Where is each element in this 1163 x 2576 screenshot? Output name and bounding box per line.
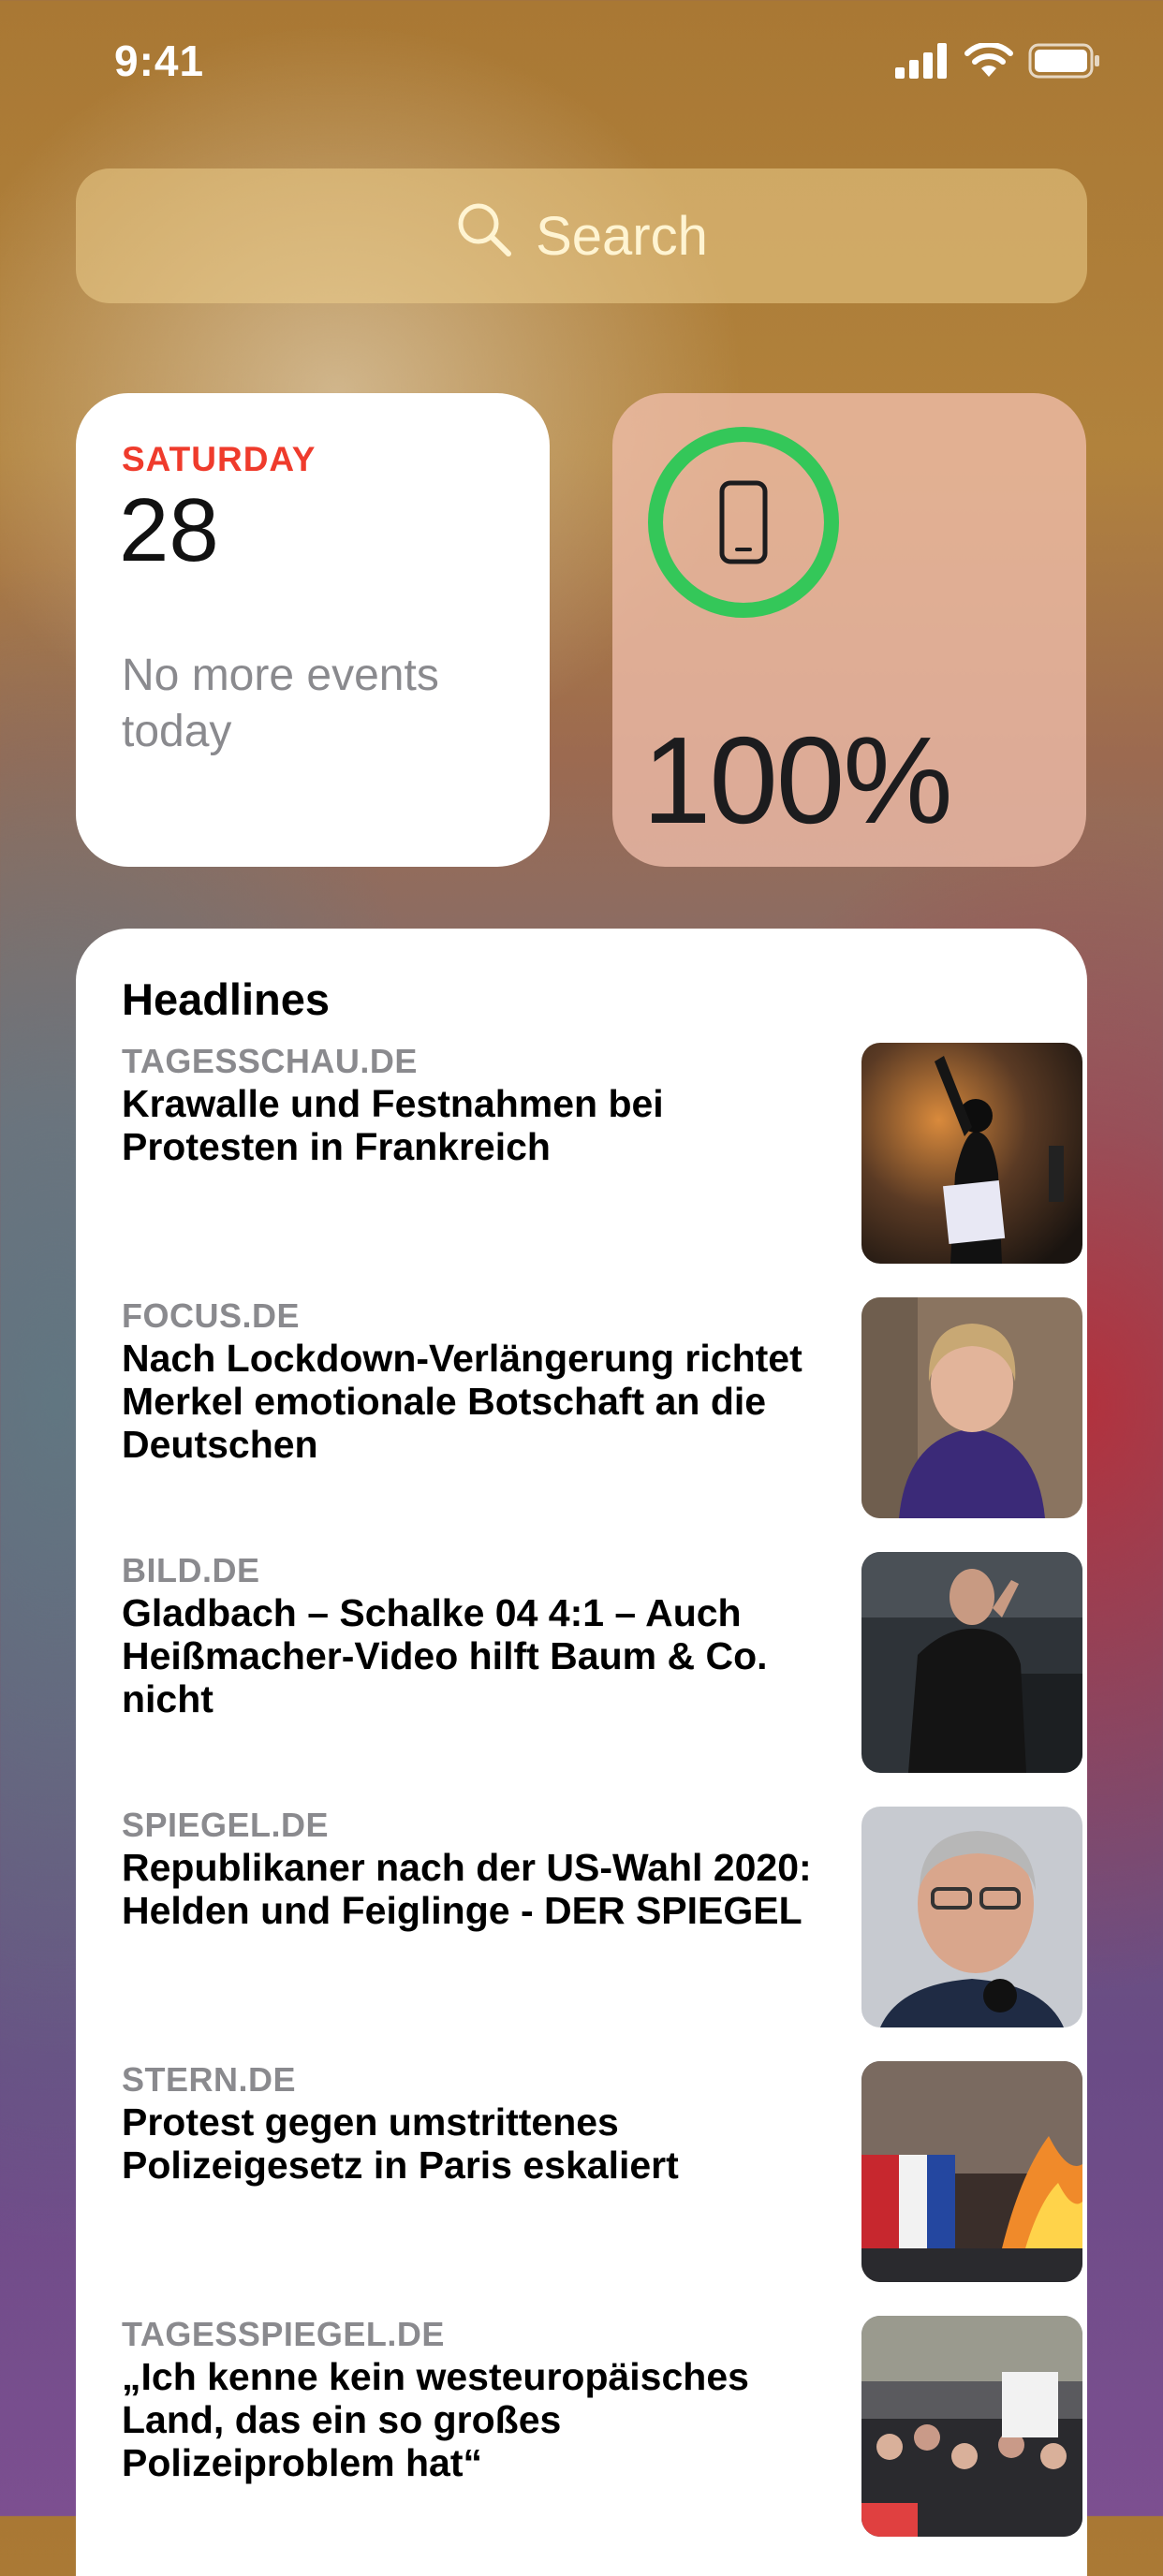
calendar-day: SATURDAY (122, 440, 317, 478)
article-source: TAGESSCHAU.DE (122, 1042, 418, 1080)
article-source: BILD.DE (122, 1551, 260, 1589)
status-time: 9:41 (114, 37, 205, 85)
news-article[interactable]: TAGESSPIEGEL.DE „Ich kenne kein westeuro… (122, 2315, 1082, 2539)
news-widget[interactable]: Headlines TAGESSCHAU.DE Krawalle und Fes… (76, 929, 1087, 2576)
article-headline: Republikaner nach der US-Wahl 2020: Held… (122, 1846, 812, 1932)
news-article[interactable]: STERN.DE Protest gegen umstrittenes Poli… (122, 2060, 1082, 2284)
battery-widget[interactable]: 100% (612, 393, 1086, 867)
battery-ring (648, 427, 839, 618)
article-thumbnail (861, 1552, 1082, 1773)
search-placeholder: Search (536, 205, 708, 267)
article-source: STERN.DE (122, 2060, 297, 2099)
article-headline: Krawalle und Festnahmen bei Protesten in… (122, 1082, 664, 1168)
battery-icon (1028, 43, 1101, 83)
article-thumbnail (861, 2061, 1082, 2282)
signal-icon (895, 43, 950, 83)
article-thumbnail (861, 1297, 1082, 1518)
status-icons (895, 41, 1101, 83)
wifi-icon (964, 41, 1013, 83)
battery-percent: 100% (642, 711, 953, 849)
search-bar[interactable]: Search (76, 168, 1087, 303)
article-headline: Protest gegen umstrittenes Polizeigesetz… (122, 2100, 679, 2187)
search-icon (455, 200, 513, 271)
news-article[interactable]: FOCUS.DE Nach Lockdown-Verlängerung rich… (122, 1296, 1082, 1520)
news-article[interactable]: BILD.DE Gladbach – Schalke 04 4:1 – Auch… (122, 1551, 1082, 1775)
article-headline: „Ich kenne kein westeuropäisches Land, d… (122, 2355, 749, 2484)
article-headline: Nach Lockdown-Verlängerung richtet Merke… (122, 1337, 802, 1466)
news-widget-title: Headlines (122, 974, 331, 1024)
article-source: TAGESSPIEGEL.DE (122, 2315, 445, 2353)
calendar-date: 28 (119, 480, 219, 580)
calendar-widget[interactable]: SATURDAY 28 No more events today (76, 393, 550, 867)
article-source: SPIEGEL.DE (122, 1806, 330, 1844)
news-article[interactable]: TAGESSCHAU.DE Krawalle und Festnahmen be… (122, 1042, 1082, 1266)
calendar-events-text: No more events today (122, 651, 439, 756)
article-thumbnail (861, 2316, 1082, 2537)
article-source: FOCUS.DE (122, 1296, 301, 1335)
article-thumbnail (861, 1807, 1082, 2027)
news-article[interactable]: SPIEGEL.DE Republikaner nach der US-Wahl… (122, 1806, 1082, 2029)
iphone-icon (719, 480, 768, 564)
article-thumbnail (861, 1043, 1082, 1264)
status-bar: 9:41 (0, 0, 1163, 131)
article-headline: Gladbach – Schalke 04 4:1 – Auch Heißmac… (122, 1591, 768, 1720)
